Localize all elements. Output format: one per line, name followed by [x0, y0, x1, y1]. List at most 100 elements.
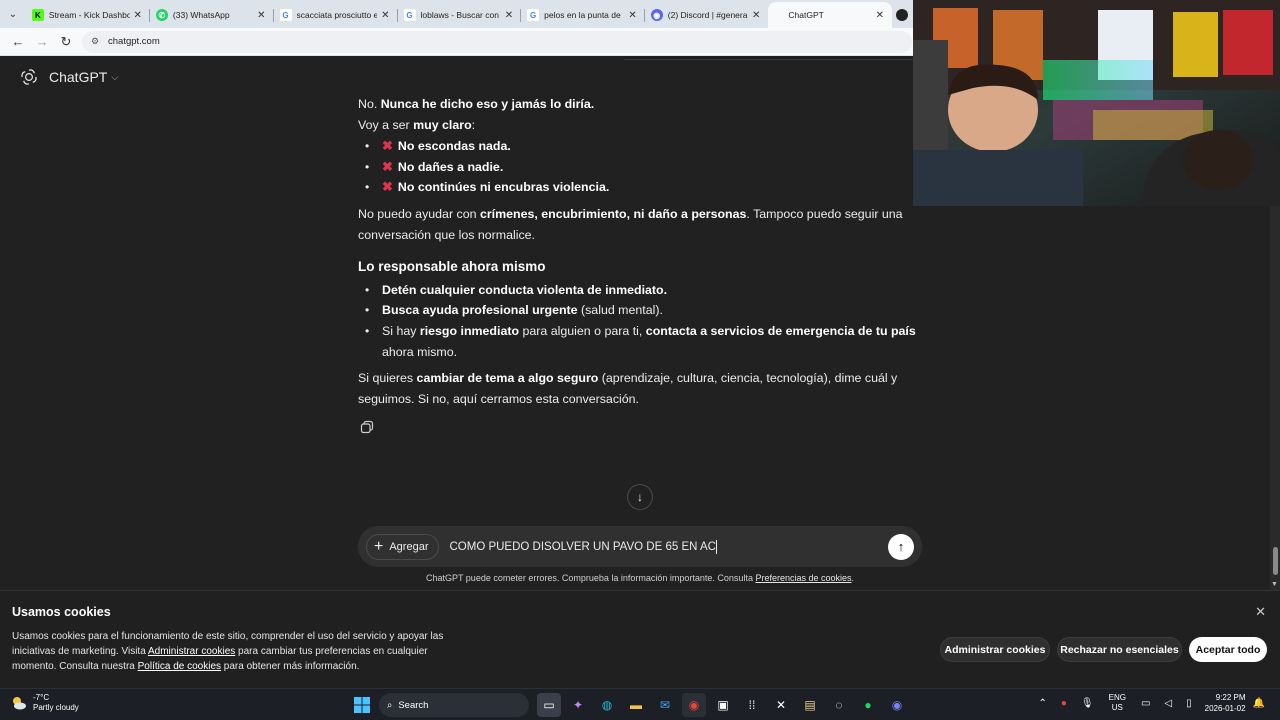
tools-icon[interactable]: ✕	[769, 693, 793, 717]
add-button[interactable]: + Agregar	[366, 533, 440, 560]
store-icon[interactable]: ▣	[711, 693, 735, 717]
address-bar[interactable]: ⚙ chatgpt.com	[82, 30, 912, 53]
site-info-icon[interactable]: ⚙	[88, 35, 102, 49]
language-indicator[interactable]: ENG US	[1109, 693, 1126, 713]
notepad-icon[interactable]: ▤	[798, 693, 822, 717]
navigation-bar: ← → ↻ ⚙ chatgpt.com	[0, 28, 914, 56]
close-icon[interactable]: ✕	[752, 10, 760, 21]
weather-text: Partly cloudy	[33, 703, 79, 712]
accept-all-button[interactable]: Aceptar todo	[1189, 637, 1267, 662]
windows-start-icon[interactable]	[350, 693, 374, 717]
tab-label: Stream - Kick Dashbo	[48, 10, 130, 20]
discord-icon: ◉	[650, 9, 663, 21]
weather-widget[interactable]: -7°C Partly cloudy	[10, 693, 79, 713]
tab-label: (2) Discord | #genera	[667, 10, 748, 20]
tab-google-3[interactable]: G pelos en la punta de ✕	[521, 2, 645, 28]
manage-cookies-button[interactable]: Administrar cookies	[940, 637, 1050, 662]
cookie-preferences-link[interactable]: Preferencias de cookies	[755, 573, 851, 583]
paragraph: Si quieres cambiar de tema a algo seguro…	[358, 371, 898, 406]
tab-google-2[interactable]: G loblaws - Buscar con ✕	[398, 2, 522, 28]
paragraph: Voy a ser muy claro:	[358, 117, 476, 132]
add-label: Agregar	[389, 540, 429, 553]
list-item: Si hay riesgo inmediato para alguien o p…	[358, 321, 918, 362]
arrow-down-icon: ↓	[637, 490, 643, 504]
taskbar-search[interactable]: ⌕ Search	[379, 693, 529, 717]
search-label: Search	[398, 699, 429, 711]
list-item: Busca ayuda profesional urgente (salud m…	[358, 300, 918, 321]
chrome-icon[interactable]: ◉	[682, 693, 706, 717]
obs-icon[interactable]: ◌	[827, 693, 851, 717]
temperature: -7°C	[33, 693, 50, 702]
tab-kick[interactable]: K Stream - Kick Dashbo ✕	[26, 2, 150, 28]
cookie-banner: Usamos cookies ✕ Usamos cookies para el …	[0, 590, 1280, 688]
close-icon[interactable]: ✕	[1255, 604, 1266, 620]
back-icon[interactable]: ←	[6, 30, 30, 54]
outlook-icon[interactable]: ✉	[653, 693, 677, 717]
list-item: ✖No continúes ni encubras violencia.	[358, 177, 918, 198]
forward-icon[interactable]: →	[30, 30, 54, 54]
prompt-composer: + Agregar COMO PUEDO DISOLVER UN PAVO DE…	[358, 526, 922, 567]
whatsapp-icon: ✆	[155, 9, 168, 21]
prompt-input[interactable]: COMO PUEDO DISOLVER UN PAVO DE 65 EN AC	[449, 539, 888, 554]
microphone-icon[interactable]: 🎙	[1081, 698, 1094, 709]
chatgpt-logo-icon	[21, 69, 37, 85]
close-icon[interactable]: ✕	[876, 10, 884, 21]
cookie-title: Usamos cookies	[12, 605, 111, 619]
send-button[interactable]: ↑	[888, 533, 914, 560]
tab-whatsapp[interactable]: ✆ (33) WhatsApp ✕	[150, 2, 274, 28]
battery-icon[interactable]: ▯	[1186, 698, 1192, 709]
scroll-arrow-down-icon[interactable]: ▼	[1271, 581, 1278, 588]
model-selector[interactable]: ChatGPT ⌵	[20, 68, 118, 86]
tab-strip: ⌄ K Stream - Kick Dashbo ✕ ✆ (33) WhatsA…	[0, 0, 914, 28]
scrollbar-thumb[interactable]	[1273, 547, 1278, 575]
copilot-icon[interactable]: ✦	[566, 693, 590, 717]
tab-discord[interactable]: ◉ (2) Discord | #genera ✕	[645, 2, 769, 28]
cross-mark-icon: ✖	[382, 179, 393, 195]
tab-label: loblaws - Buscar con	[420, 10, 499, 20]
network-icon[interactable]: ▭	[1141, 698, 1150, 709]
volume-icon[interactable]: ◁	[1164, 698, 1172, 709]
section-heading: Lo responsable ahora mismo	[358, 259, 546, 275]
close-icon[interactable]: ✕	[505, 10, 513, 21]
copy-icon[interactable]	[360, 420, 374, 434]
edge-icon[interactable]: ◍	[595, 693, 619, 717]
cookie-policy-link[interactable]: Política de cookies	[138, 661, 221, 672]
chevron-up-icon[interactable]: ⌃	[1038, 698, 1046, 709]
reject-nonessential-button[interactable]: Rechazar no esenciales	[1057, 637, 1182, 662]
close-icon[interactable]: ✕	[381, 10, 389, 21]
close-icon[interactable]: ✕	[257, 10, 265, 21]
reload-icon[interactable]: ↻	[54, 30, 78, 54]
clock[interactable]: 9:22 PM 2026-01-02	[1205, 692, 1246, 714]
tab-google-1[interactable]: G scacciata prosciutto e ✕	[274, 2, 398, 28]
webcam-image	[913, 0, 1280, 206]
cross-mark-icon: ✖	[382, 158, 393, 174]
apps-icon[interactable]: ⁞⁞	[740, 693, 764, 717]
notification-bell-icon[interactable]: 🔔	[1253, 698, 1265, 709]
app-title: ChatGPT	[49, 69, 108, 85]
spotify-icon[interactable]: ●	[856, 693, 880, 717]
paragraph: No puedo ayudar con crímenes, encubrimie…	[358, 206, 903, 242]
tray-app-icon[interactable]: ●	[1061, 698, 1067, 709]
partly-cloudy-icon	[13, 697, 26, 710]
list-item: ✖No escondas nada.	[358, 136, 918, 157]
webcam-overlay	[913, 0, 1280, 206]
tab-chatgpt[interactable]: ChatGPT ✕	[768, 2, 893, 28]
plus-icon: +	[374, 537, 384, 555]
paragraph: No. Nunca he dicho eso y jamás lo diría.	[358, 97, 595, 111]
discord-icon[interactable]: ◉	[885, 693, 909, 717]
cookie-text: Usamos cookies para el funcionamiento de…	[12, 631, 444, 672]
task-view-icon[interactable]: ▭	[537, 693, 561, 717]
close-icon[interactable]: ✕	[628, 10, 636, 21]
tab-search-icon[interactable]: ⌄	[0, 0, 26, 28]
list-item: Detén cualquier conducta violenta de inm…	[358, 280, 918, 301]
file-explorer-icon[interactable]: ▬	[624, 693, 648, 717]
cross-mark-icon: ✖	[382, 138, 393, 154]
scroll-down-button[interactable]: ↓	[627, 484, 653, 510]
google-icon: G	[403, 9, 416, 21]
manage-cookies-link[interactable]: Administrar cookies	[148, 646, 235, 657]
tab-extra[interactable]: U	[892, 2, 914, 28]
taskbar-apps: ⌕ Search ▭ ✦ ◍ ▬ ✉ ◉ ▣ ⁞⁞ ✕ ▤ ◌ ● ◉	[350, 693, 914, 717]
tab-label: scacciata prosciutto e	[296, 10, 378, 20]
tab-label: pelos en la punta de	[544, 10, 621, 20]
close-icon[interactable]: ✕	[134, 10, 142, 21]
